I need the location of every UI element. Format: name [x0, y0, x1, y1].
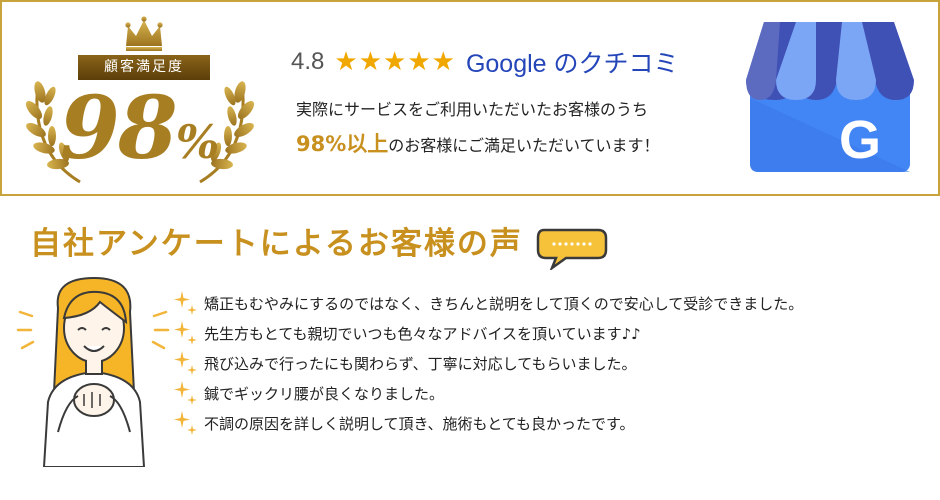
- review-text: 先生方もとても親切でいつも色々なアドバイスを頂いています♪♪: [204, 324, 641, 343]
- summary-highlight: 98%以上: [296, 132, 389, 156]
- review-text: 鍼でギックリ腰が良くなりました。: [204, 384, 445, 403]
- star-icon: ★: [407, 47, 431, 77]
- satisfaction-value: 98: [60, 78, 178, 179]
- review-list: 矯正もむやみにするのではなく、きちんと説明をして頂くので安心して受診できました。…: [168, 288, 803, 438]
- list-item: 鍼でギックリ腰が良くなりました。: [168, 378, 803, 408]
- happy-woman-illustration: [16, 276, 170, 467]
- google-rating: 4.8 ★ ★ ★ ★ ★ Google のクチコミ: [291, 42, 679, 82]
- list-item: 先生方もとても親切でいつも色々なアドバイスを頂いています♪♪: [168, 318, 803, 348]
- review-text: 飛び込みで行ったにも関わらず、丁寧に対応してもらいました。: [204, 354, 637, 373]
- google-business-store-icon: G: [746, 22, 914, 172]
- star-icon: ★: [431, 47, 455, 77]
- satisfaction-banner: 顧客満足度 98% 4.8 ★ ★ ★ ★ ★ Google のクチコミ 実際に…: [0, 0, 940, 196]
- badge-label: 顧客満足度: [78, 55, 210, 80]
- summary-line-1: 実際にサービスをご利用いただいたお客様のうち: [296, 100, 649, 119]
- section-title: 自社アンケートによるお客様の声: [30, 226, 523, 262]
- summary-line-2: 98%以上のお客様にご満足いただいています！: [296, 128, 659, 158]
- review-text: 不調の原因を詳しく説明して頂き、施術もとても良かったです。: [204, 414, 635, 433]
- summary-line-2-rest: のお客様にご満足いただいています！: [388, 136, 660, 155]
- list-item: 不調の原因を詳しく説明して頂き、施術もとても良かったです。: [168, 408, 803, 438]
- satisfaction-badge: 顧客満足度 98%: [20, 12, 260, 187]
- sparkle-icon: [174, 351, 197, 375]
- satisfaction-percentage: 98%: [60, 78, 260, 179]
- star-icon: ★: [334, 47, 358, 77]
- satisfaction-unit: %: [175, 115, 220, 169]
- list-item: 飛び込みで行ったにも関わらず、丁寧に対応してもらいました。: [168, 348, 803, 378]
- sparkle-icon: [174, 291, 197, 315]
- rating-source: Google のクチコミ: [465, 50, 679, 78]
- star-icon: ★: [383, 47, 407, 77]
- sparkle-icon: [174, 321, 197, 345]
- store-icon-letter: G: [839, 110, 881, 170]
- rating-score: 4.8: [291, 48, 325, 75]
- crown-icon: [125, 16, 163, 51]
- star-icon: ★: [358, 47, 382, 77]
- list-item: 矯正もむやみにするのではなく、きちんと説明をして頂くので安心して受診できました。: [168, 288, 803, 318]
- sparkle-icon: [174, 411, 197, 435]
- sparkle-icon: [174, 381, 197, 405]
- review-text: 矯正もむやみにするのではなく、きちんと説明をして頂くので安心して受診できました。: [204, 294, 804, 313]
- speech-bubble-icon: [536, 228, 608, 270]
